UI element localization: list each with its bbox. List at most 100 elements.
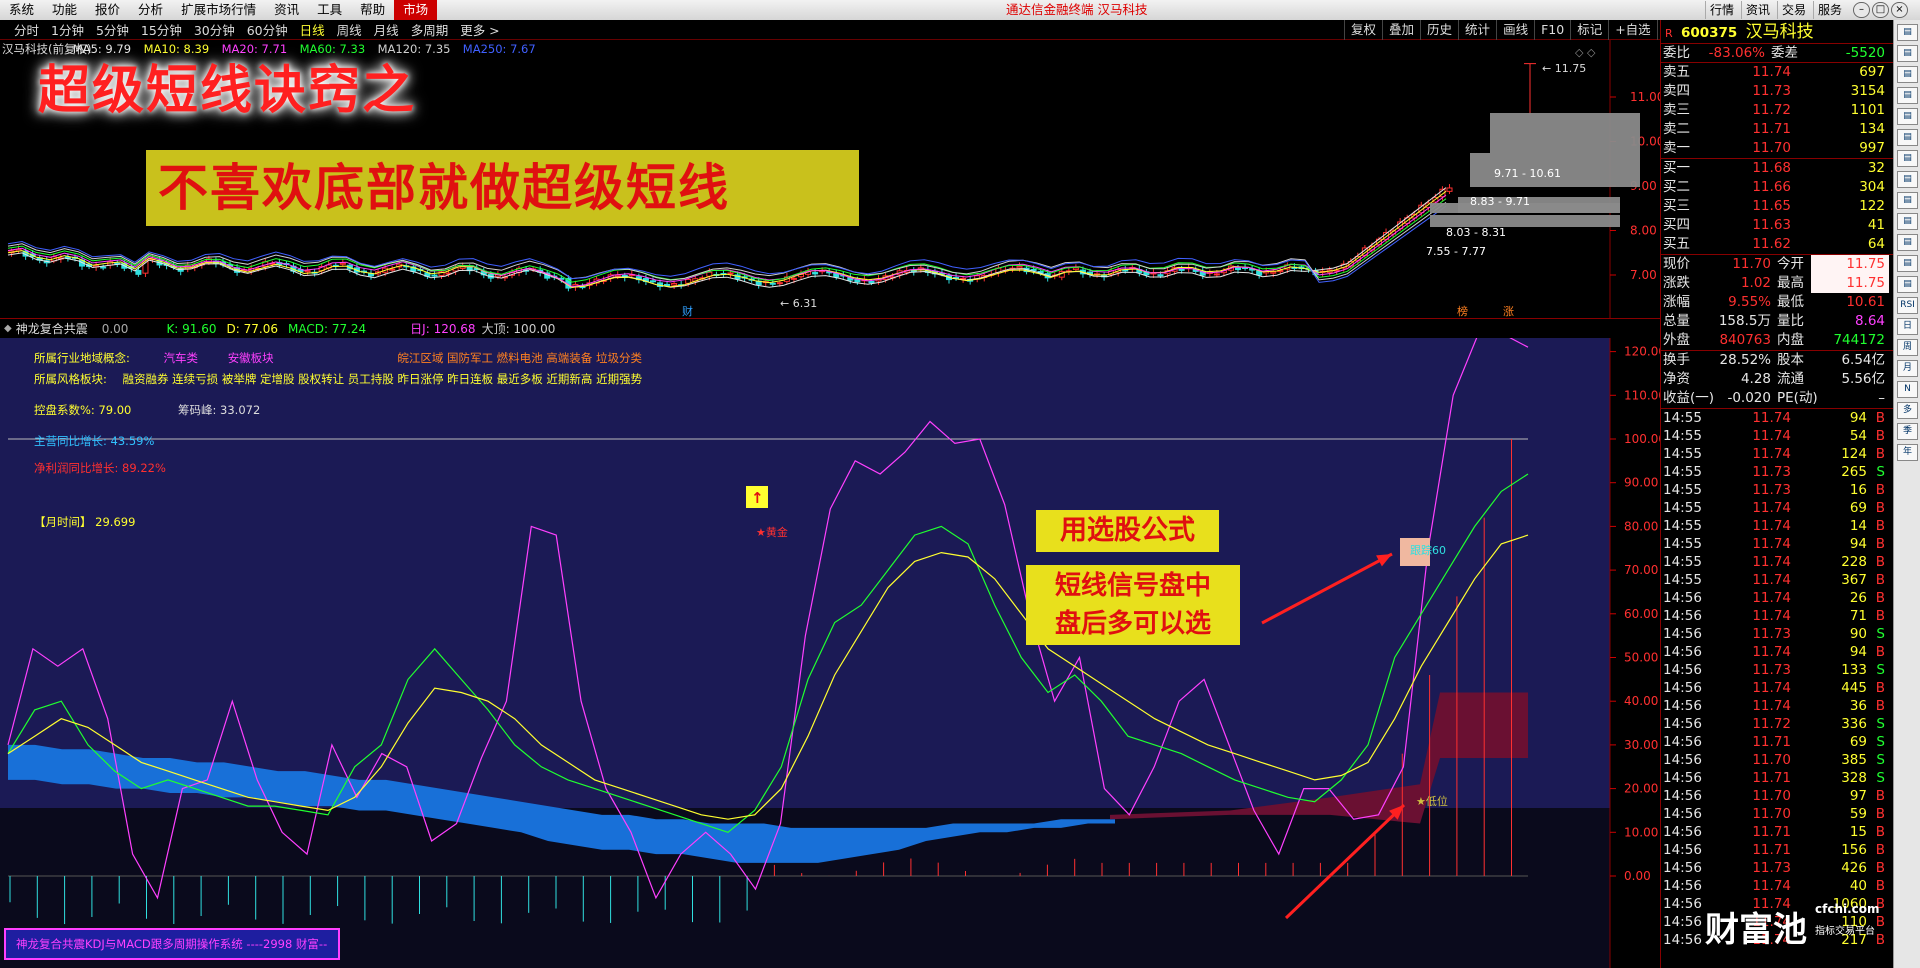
sidebar-list-icon[interactable]: ▤ [1897, 171, 1918, 188]
sidebar-item-2[interactable]: 周 [1897, 339, 1918, 356]
sidebar-item-6[interactable]: 季 [1897, 423, 1918, 440]
ask-row[interactable]: 卖三 11.72 1101 [1661, 101, 1893, 120]
ask-label: 卖三 [1663, 102, 1690, 118]
tick-side: B [1875, 860, 1885, 876]
weicha-value: -5520 [1845, 45, 1885, 61]
golden-signal: ★黄金 [756, 526, 788, 539]
ask-row[interactable]: 卖五 11.74 697 [1661, 63, 1893, 82]
period-weekly[interactable]: 周线 [331, 20, 368, 39]
toolbar-button-0[interactable]: 复权 [1344, 20, 1382, 40]
menu-quote[interactable]: 报价 [86, 0, 129, 20]
ask-row[interactable]: 卖二 11.71 134 [1661, 120, 1893, 139]
sidebar-trend-icon[interactable]: ▤ [1897, 129, 1918, 146]
sidebar-kdj-icon[interactable]: ▤ [1897, 276, 1918, 293]
sidebar-candle-icon[interactable]: ▤ [1897, 45, 1918, 62]
toolbar-button-5[interactable]: F10 [1534, 20, 1570, 40]
toolbar-button-7[interactable]: +自选 [1608, 20, 1656, 40]
style-list: 融资融券 连续亏损 被举牌 定增股 股权转让 员工持股 昨日涨停 昨日连板 最近… [122, 372, 643, 386]
tick-price: 11.73 [1752, 860, 1791, 876]
event-marker[interactable]: 榜 [1457, 304, 1468, 318]
close-icon[interactable]: × [1891, 2, 1908, 18]
sidebar-volume-icon[interactable]: ▤ [1897, 234, 1918, 251]
period-multi[interactable]: 多周期 [405, 20, 455, 39]
indicator-chart[interactable]: 120.00 110.00 100.00 90.00 80.00 70.00 60.00 50… [0, 333, 1666, 968]
period-5min[interactable]: 5分钟 [90, 20, 135, 39]
tick-time: 14:56 [1663, 662, 1702, 678]
sidebar-grid-icon[interactable]: ▤ [1897, 108, 1918, 125]
bid-row[interactable]: 买一 11.68 32 [1661, 159, 1893, 178]
tick-time: 14:55 [1663, 482, 1702, 498]
sidebar-item-3[interactable]: 月 [1897, 360, 1918, 377]
menu-help[interactable]: 帮助 [351, 0, 394, 20]
period-monthly[interactable]: 月线 [368, 20, 405, 39]
period-intraday[interactable]: 分时 [8, 20, 45, 39]
sidebar-item-0[interactable]: RSI [1897, 297, 1918, 314]
tick-time: 14:56 [1663, 860, 1702, 876]
period-daily[interactable]: 日线 [294, 20, 331, 39]
sidebar-item-4[interactable]: N [1897, 381, 1918, 398]
toolbar-button-6[interactable]: 标记 [1570, 20, 1608, 40]
menu-analysis[interactable]: 分析 [129, 0, 172, 20]
ask-row[interactable]: 卖一 11.70 997 [1661, 139, 1893, 158]
chart-settings-icon[interactable]: ◇ ◇ [1575, 46, 1596, 59]
tick-volume: 265 [1841, 464, 1867, 480]
sidebar-bar-icon[interactable]: ▤ [1897, 66, 1918, 83]
candle-body [910, 270, 917, 273]
sidebar-item-1[interactable]: 日 [1897, 318, 1918, 335]
period-30min[interactable]: 30分钟 [188, 20, 241, 39]
tick-price: 11.74 [1752, 446, 1791, 462]
bid-row[interactable]: 买三 11.65 122 [1661, 197, 1893, 216]
event-marker[interactable]: 财 [682, 304, 693, 318]
indicator-toggle-icon[interactable]: ◆ [4, 323, 12, 334]
toolbar-button-3[interactable]: 统计 [1458, 20, 1496, 40]
stock-title[interactable]: R 600375 汉马科技 [1661, 20, 1893, 44]
ask-row[interactable]: 卖四 11.73 3154 [1661, 82, 1893, 101]
top-button-service[interactable]: 服务 [1813, 1, 1846, 19]
sidebar-macd-icon[interactable]: ▤ [1897, 255, 1918, 272]
tick-list[interactable]: 14:55 11.74 94 B 14:55 11.74 54 B 14:55 11.74 124 B… [1661, 409, 1893, 949]
indicator-name[interactable]: 神龙复合共震 [16, 320, 88, 337]
bid-row[interactable]: 买四 11.63 41 [1661, 216, 1893, 235]
tick-side: B [1875, 608, 1885, 624]
tick-row: 14:56 11.71 328 S [1661, 769, 1893, 787]
menu-function[interactable]: 功能 [43, 0, 86, 20]
sidebar-table-icon[interactable]: ▤ [1897, 213, 1918, 230]
period-15min[interactable]: 15分钟 [135, 20, 188, 39]
menu-extended-market[interactable]: 扩展市场行情 [172, 0, 265, 20]
toolbar-button-4[interactable]: 画线 [1496, 20, 1534, 40]
sidebar-line-icon[interactable]: ▤ [1897, 87, 1918, 104]
chip-block [1490, 113, 1640, 153]
tick-time: 14:56 [1663, 788, 1702, 804]
bid-row[interactable]: 买五 11.62 64 [1661, 235, 1893, 254]
top-button-news[interactable]: 资讯 [1741, 1, 1774, 19]
bid-label: 买五 [1663, 236, 1690, 252]
top-button-trade[interactable]: 交易 [1777, 1, 1810, 19]
tick-price: 11.70 [1752, 752, 1791, 768]
top-button-quote[interactable]: 行情 [1705, 1, 1738, 19]
period-60min[interactable]: 60分钟 [241, 20, 294, 39]
control-coef: 控盘系数%: 79.00 [34, 403, 132, 417]
menu-system[interactable]: 系统 [0, 0, 43, 20]
sidebar-chart-icon[interactable]: ▤ [1897, 24, 1918, 41]
toolbar-button-1[interactable]: 叠加 [1382, 20, 1420, 40]
tick-side: B [1875, 878, 1885, 894]
sidebar-item-7[interactable]: 年 [1897, 444, 1918, 461]
menu-market[interactable]: 市场 [394, 0, 438, 20]
sidebar-item-5[interactable]: 多 [1897, 402, 1918, 419]
tick-side: S [1876, 464, 1885, 480]
minimize-icon[interactable]: – [1853, 2, 1870, 18]
period-more[interactable]: 更多 > [454, 20, 505, 39]
menu-info[interactable]: 资讯 [265, 0, 308, 20]
ask-price: 11.71 [1752, 121, 1791, 137]
maximize-icon[interactable]: □ [1872, 2, 1889, 18]
sidebar-compare-icon[interactable]: ▤ [1897, 192, 1918, 209]
stat-label: 涨幅 [1663, 294, 1690, 310]
tick-row: 14:56 11.73 426 B [1661, 859, 1893, 877]
bid-row[interactable]: 买二 11.66 304 [1661, 178, 1893, 197]
menu-tools[interactable]: 工具 [308, 0, 351, 20]
sidebar-pie-icon[interactable]: ▤ [1897, 150, 1918, 167]
toolbar-button-2[interactable]: 历史 [1420, 20, 1458, 40]
event-marker[interactable]: 涨 [1503, 305, 1514, 318]
quote-stats: 现价 11.70 今开 11.75 涨跌 1.02 最高 11.75 涨幅 9.55% 最低 10.6… [1661, 255, 1893, 351]
period-1min[interactable]: 1分钟 [45, 20, 90, 39]
